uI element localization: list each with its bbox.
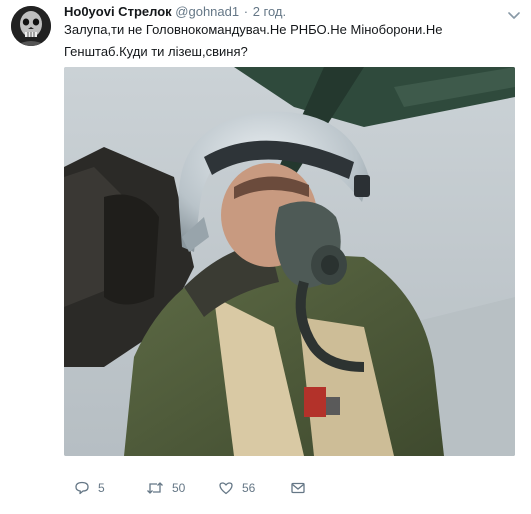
- tweet-photo[interactable]: [64, 67, 515, 456]
- separator-dot: ·: [243, 4, 249, 19]
- reply-count: 5: [98, 481, 105, 495]
- like-button[interactable]: 56: [218, 478, 255, 498]
- avatar-image: [11, 6, 51, 46]
- direct-message-button[interactable]: [290, 478, 306, 498]
- reply-icon: [75, 481, 89, 495]
- tweet-actions: 5 50 56: [64, 478, 524, 498]
- heart-icon: [219, 482, 233, 495]
- pilot-photo-image: [64, 67, 515, 456]
- retweet-icon: [147, 482, 163, 494]
- author-handle[interactable]: @gohnad1: [175, 4, 239, 19]
- envelope-icon: [291, 482, 305, 494]
- tweet-header: Но0yovi Стрелок @gohnad1 · 2 год.: [64, 4, 286, 20]
- author-name[interactable]: Но0yovi Стрелок: [64, 4, 172, 19]
- retweet-button[interactable]: 50: [146, 478, 185, 498]
- avatar[interactable]: [11, 6, 51, 46]
- reply-button[interactable]: 5: [74, 478, 105, 498]
- tweet: Но0yovi Стрелок @gohnad1 · 2 год. Залупа…: [0, 0, 531, 514]
- timestamp[interactable]: 2 год.: [253, 4, 286, 19]
- retweet-count: 50: [172, 481, 186, 495]
- like-count: 56: [242, 481, 256, 495]
- tweet-text: Залупа,ти не Головнокомандувач.Не РНБО.Н…: [64, 22, 443, 59]
